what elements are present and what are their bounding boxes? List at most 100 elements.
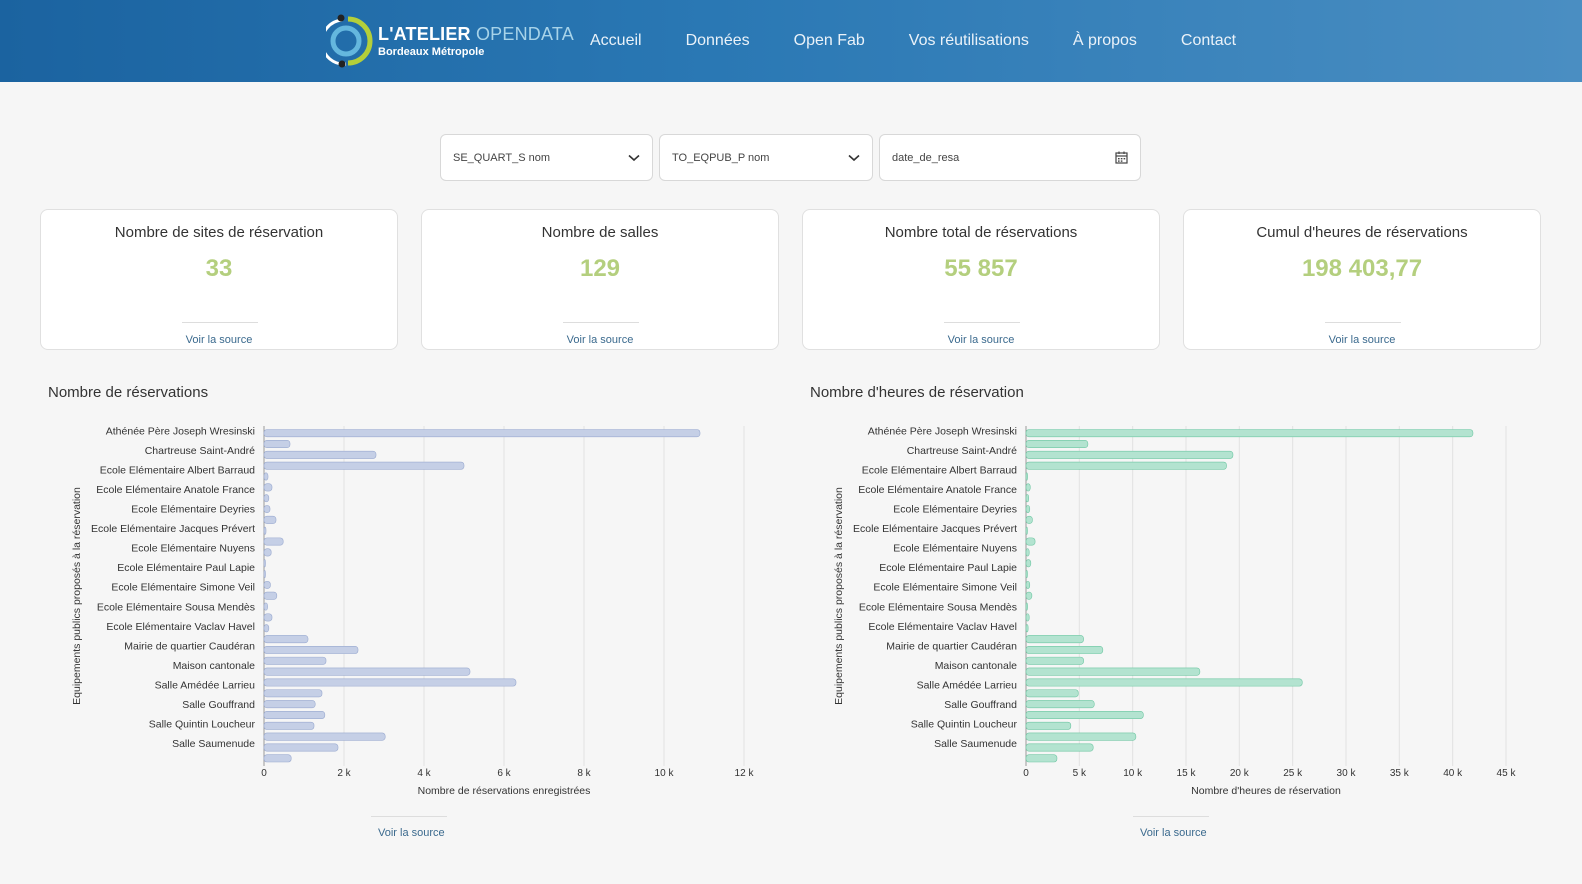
source-link[interactable]: Voir la source <box>422 334 778 346</box>
kpi-title: Nombre de salles <box>541 224 659 241</box>
bar <box>1025 645 1104 654</box>
filter-date-label: date_de_resa <box>892 151 960 164</box>
category-label: Ecole Elémentaire Nuyens <box>893 543 1017 555</box>
category-label: Maison cantonale <box>173 660 255 672</box>
x-tick-label: 5 k <box>1073 768 1087 779</box>
category-label: Salle Gouffrand <box>944 699 1017 711</box>
divider <box>1325 322 1401 323</box>
bar <box>1025 537 1036 546</box>
main-nav: Accueil Données Open Fab Vos réutilisati… <box>590 32 1280 50</box>
bar <box>1025 515 1033 524</box>
bar <box>263 515 277 524</box>
bar <box>263 635 309 644</box>
x-tick-label: 0 <box>1023 768 1029 779</box>
bar <box>263 624 270 633</box>
bar <box>1025 570 1028 579</box>
category-label: Ecole Elémentaire Albert Barraud <box>862 465 1017 477</box>
x-tick-label: 10 k <box>1123 768 1143 779</box>
category-label: Salle Quintin Loucheur <box>911 718 1018 730</box>
filter-equipement-select[interactable]: TO_EQPUB_P nom <box>659 134 873 181</box>
bar <box>1025 711 1144 719</box>
category-label: Ecole Elémentaire Paul Lapie <box>879 562 1017 574</box>
nav-donnees[interactable]: Données <box>686 32 750 50</box>
logo-title-accent: OPENDATA <box>475 23 574 44</box>
logo-title: L'ATELIER <box>378 23 476 44</box>
x-tick-label: 35 k <box>1390 768 1410 779</box>
kpi-title: Nombre de sites de réservation <box>114 224 324 241</box>
divider <box>182 322 258 323</box>
category-label: Salle Amédée Larrieu <box>917 679 1018 691</box>
category-label: Ecole Elémentaire Simone Veil <box>873 582 1017 594</box>
bar <box>1025 450 1234 459</box>
category-label: Ecole Elémentaire Sousa Mendès <box>859 601 1017 613</box>
bar <box>263 700 316 709</box>
category-label: Ecole Elémentaire Anatole France <box>858 484 1017 496</box>
logo-subtitle: Bordeaux Métropole <box>378 45 485 58</box>
chart-heures-title: Nombre d'heures de réservation <box>810 384 1024 401</box>
x-tick-label: 0 <box>261 768 267 779</box>
chart-heures-source-link[interactable]: Voir la source <box>1140 827 1207 839</box>
bar <box>1025 754 1058 763</box>
kpi-title: Cumul d'heures de réservations <box>1256 224 1468 241</box>
chevron-down-icon <box>628 154 640 162</box>
category-label: Maison cantonale <box>935 660 1017 672</box>
divider <box>371 816 447 817</box>
nav-accueil[interactable]: Accueil <box>590 32 642 50</box>
bar <box>263 711 326 719</box>
bar <box>263 440 291 448</box>
bar <box>263 526 267 535</box>
filter-date-input[interactable]: date_de_resa <box>879 134 1141 181</box>
kpi-value: 33 <box>205 255 233 282</box>
nav-a-propos[interactable]: À propos <box>1073 32 1137 50</box>
source-link[interactable]: Voir la source <box>41 334 397 346</box>
filter-quartier-select[interactable]: SE_QUART_S nom <box>440 134 653 181</box>
category-label: Ecole Elémentaire Jacques Prévert <box>853 523 1017 535</box>
bar <box>1025 667 1201 676</box>
y-axis-label: Equipements publics proposés à la réserv… <box>71 487 83 705</box>
filter-quartier-label: SE_QUART_S nom <box>453 151 551 164</box>
category-label: Salle Saumenude <box>172 738 255 750</box>
bar <box>263 450 377 459</box>
category-label: Salle Quintin Loucheur <box>149 718 256 730</box>
category-label: Athénée Père Joseph Wresinski <box>106 426 255 438</box>
calendar-icon[interactable] <box>1115 151 1128 164</box>
nav-contact[interactable]: Contact <box>1181 32 1236 50</box>
kpi-card-salles: Nombre de salles 129 Voir la source <box>421 209 779 350</box>
category-label: Ecole Elémentaire Deyries <box>893 504 1017 516</box>
bar <box>263 689 323 698</box>
category-label: Ecole Elémentaire Simone Veil <box>111 582 255 594</box>
bar <box>263 754 292 763</box>
x-tick-label: 10 k <box>655 768 675 779</box>
source-link[interactable]: Voir la source <box>1184 334 1540 346</box>
bar <box>263 732 386 741</box>
category-label: Athénée Père Joseph Wresinski <box>868 426 1017 438</box>
kpi-title: Nombre total de réservations <box>884 224 1078 241</box>
category-label: Ecole Elémentaire Vaclav Havel <box>106 621 255 633</box>
bar <box>1025 732 1137 741</box>
category-label: Salle Saumenude <box>934 738 1017 750</box>
chart-reservations-source-link[interactable]: Voir la source <box>378 827 445 839</box>
category-label: Ecole Elémentaire Jacques Prévert <box>91 523 255 535</box>
category-label: Ecole Elémentaire Albert Barraud <box>100 465 255 477</box>
bar <box>1025 700 1095 709</box>
bar <box>1025 656 1084 665</box>
chart-reservations-title: Nombre de réservations <box>48 384 209 401</box>
source-link[interactable]: Voir la source <box>803 334 1159 346</box>
x-tick-label: 15 k <box>1177 768 1197 779</box>
site-logo[interactable]: L'ATELIER OPENDATA Bordeaux Métropole <box>320 12 574 70</box>
nav-reutilisations[interactable]: Vos réutilisations <box>909 32 1029 50</box>
kpi-card-reservations: Nombre total de réservations 55 857 Voir… <box>802 209 1160 350</box>
kpi-value: 55 857 <box>944 255 1018 282</box>
nav-open-fab[interactable]: Open Fab <box>794 32 865 50</box>
y-axis-label: Equipements publics proposés à la réserv… <box>833 487 845 705</box>
bar <box>1025 483 1031 492</box>
x-axis-label: Nombre de réservations enregistrées <box>418 785 591 797</box>
x-tick-label: 8 k <box>577 768 591 779</box>
bar <box>263 678 517 687</box>
site-header: L'ATELIER OPENDATA Bordeaux Métropole Ac… <box>0 0 1582 82</box>
chart-heures: 0 5 k 10 k 15 k 20 k 25 k 30 k 35 k 40 k 45 k Athé… <box>833 426 1516 798</box>
x-tick-label: 4 k <box>417 768 431 779</box>
chart-reservations: 0 2 k 4 k 6 k 8 k 10 k 12 k Athénée Père Joseph… <box>71 426 754 798</box>
logo-rings-icon <box>320 12 376 70</box>
x-tick-label: 25 k <box>1283 768 1303 779</box>
